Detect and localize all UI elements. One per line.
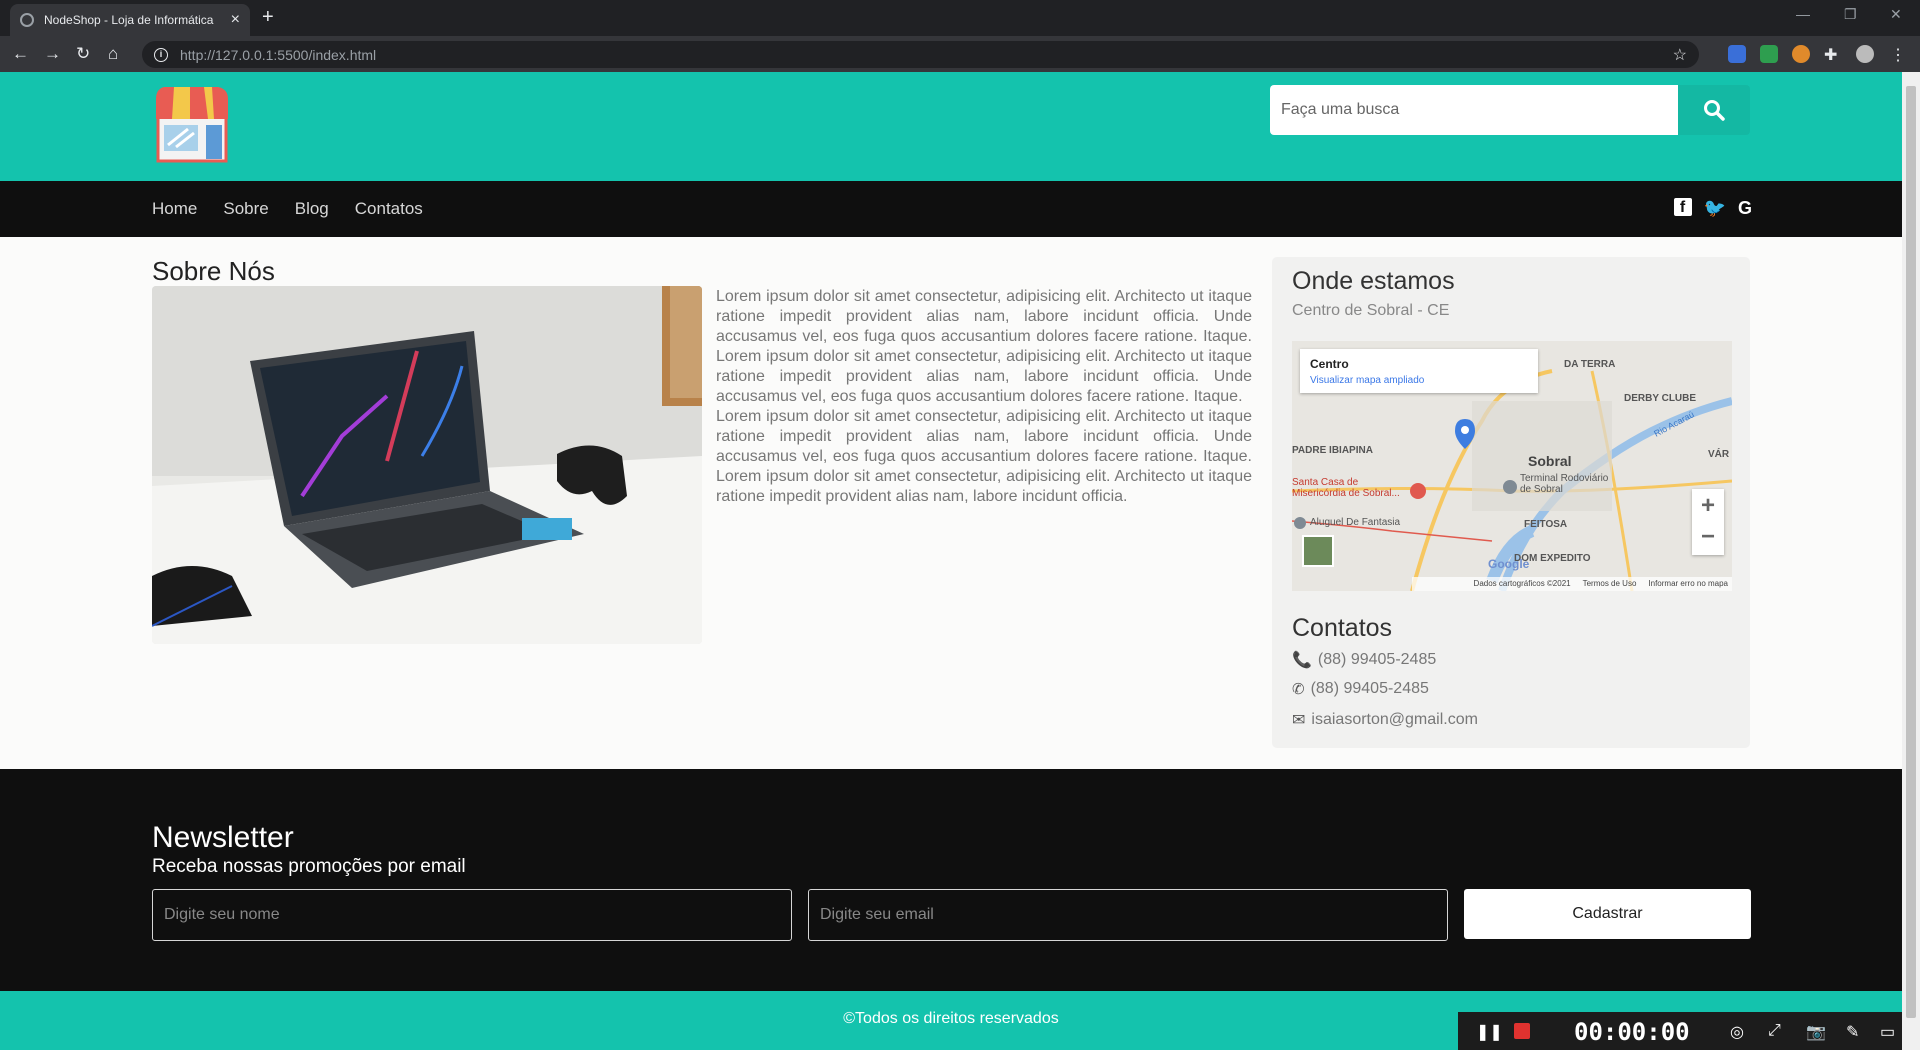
nav-home[interactable]: Home xyxy=(152,199,197,219)
social-links: f 🐦 G xyxy=(1673,198,1752,219)
back-icon[interactable]: ← xyxy=(12,44,29,64)
map-label: DA TERRA xyxy=(1564,359,1616,370)
whatsapp-icon: ✆ xyxy=(1292,681,1305,698)
map-place-name: Centro xyxy=(1310,357,1349,371)
home-icon[interactable]: ⌂ xyxy=(108,44,118,64)
location-contacts-panel: Onde estamos Centro de Sobral - CE Centr… xyxy=(1272,257,1750,748)
profile-avatar[interactable] xyxy=(1856,45,1874,63)
fullscreen-icon[interactable]: ⤢ xyxy=(1768,1022,1781,1040)
screen-recorder-toolbar: ❚❚ 00:00:00 ◎ ⤢ 📷 ✎ ▭ xyxy=(1458,1012,1902,1050)
search-box xyxy=(1270,85,1750,135)
translate-extension-icon[interactable] xyxy=(1728,45,1746,63)
contact-phone: 📞 (88) 99405-2485 xyxy=(1292,650,1436,670)
map-place-card: Centro Visualizar mapa ampliado xyxy=(1300,349,1538,393)
satellite-toggle[interactable] xyxy=(1302,535,1334,567)
store-logo[interactable] xyxy=(152,85,232,165)
map-label: Sobral xyxy=(1528,453,1572,469)
envelope-icon: ✉ xyxy=(1292,712,1306,729)
pause-icon[interactable]: ❚❚ xyxy=(1476,1022,1503,1042)
close-tab-icon[interactable]: × xyxy=(231,11,240,29)
facebook-icon[interactable]: f xyxy=(1673,198,1692,216)
contact-email: ✉ isaiasorton@gmail.com xyxy=(1292,710,1478,730)
google-logo: Google xyxy=(1488,557,1530,571)
camera-icon[interactable]: 📷 xyxy=(1806,1022,1826,1042)
puzzle-icon[interactable]: ✚ xyxy=(1824,45,1842,64)
newsletter-subtitle: Receba nossas promoções por email xyxy=(152,856,466,877)
contact-whatsapp: ✆ (88) 99405-2485 xyxy=(1292,680,1429,698)
info-icon[interactable]: i xyxy=(154,47,168,62)
url-field[interactable]: i http://127.0.0.1:5500/index.html ☆ xyxy=(142,41,1699,68)
email-address: isaiasorton@gmail.com xyxy=(1311,711,1478,728)
google-icon[interactable]: G xyxy=(1738,198,1752,219)
main-navbar: Home Sobre Blog Contatos f 🐦 G xyxy=(0,181,1902,237)
map-terms-link[interactable]: Termos de Uso xyxy=(1583,579,1637,589)
map-label: Aluguel De Fantasia xyxy=(1310,517,1401,528)
address-bar-row: ← → ↻ ⌂ i http://127.0.0.1:5500/index.ht… xyxy=(0,36,1920,72)
enlarge-map-link[interactable]: Visualizar mapa ampliado xyxy=(1310,375,1528,386)
extension-icon[interactable] xyxy=(1792,45,1810,63)
map-label: FEITOSA xyxy=(1524,519,1568,530)
twitter-icon[interactable]: 🐦 xyxy=(1704,198,1726,219)
map-label: PADRE IBIAPINA xyxy=(1292,445,1373,456)
map-report-link[interactable]: Informar erro no mapa xyxy=(1648,579,1728,589)
browser-tab-bar: NodeShop - Loja de Informática × + — ❐ ✕ xyxy=(0,0,1920,36)
embedded-map[interactable]: Centro Visualizar mapa ampliado DA TERRA… xyxy=(1292,341,1732,591)
nav-contatos[interactable]: Contatos xyxy=(355,199,423,219)
menu-kebab-icon[interactable]: ⋮ xyxy=(1890,45,1908,64)
phone-icon: 📞 xyxy=(1292,652,1312,669)
close-window-icon[interactable]: ✕ xyxy=(1890,6,1902,23)
zoom-in-button[interactable]: + xyxy=(1692,489,1724,522)
scrollbar-thumb[interactable] xyxy=(1906,86,1916,1018)
newsletter-email-input[interactable] xyxy=(808,889,1448,941)
about-text: Lorem ipsum dolor sit amet consectetur, … xyxy=(716,287,1252,507)
window-icon[interactable]: ▭ xyxy=(1880,1022,1895,1042)
newsletter-name-input[interactable] xyxy=(152,889,792,941)
bookmark-star-icon[interactable]: ☆ xyxy=(1673,45,1687,65)
newsletter-title: Newsletter xyxy=(152,821,294,854)
zoom-out-button[interactable]: − xyxy=(1692,522,1724,555)
map-attribution: Dados cartográficos ©2021 xyxy=(1473,579,1571,588)
url-text: http://127.0.0.1:5500/index.html xyxy=(180,46,377,63)
location-subtitle: Centro de Sobral - CE xyxy=(1292,302,1450,319)
map-label: DERBY CLUBE xyxy=(1624,393,1697,404)
nav-links: Home Sobre Blog Contatos xyxy=(152,199,423,219)
shield-extension-icon[interactable] xyxy=(1760,45,1778,63)
about-title: Sobre Nós xyxy=(152,256,275,286)
page-scrollbar[interactable] xyxy=(1902,72,1920,1050)
pen-icon[interactable]: ✎ xyxy=(1846,1022,1859,1042)
newsletter-section: Newsletter Receba nossas promoções por e… xyxy=(0,769,1902,991)
subscribe-button[interactable]: Cadastrar xyxy=(1464,889,1751,939)
restore-icon[interactable]: ❐ xyxy=(1844,6,1857,23)
forward-icon[interactable]: → xyxy=(44,44,61,64)
whatsapp-number: (88) 99405-2485 xyxy=(1310,680,1429,697)
location-title: Onde estamos xyxy=(1292,267,1455,295)
map-attribution-bar: Dados cartográficos ©2021 Termos de Uso … xyxy=(1412,577,1732,591)
site-header xyxy=(0,72,1902,181)
reload-icon[interactable]: ↻ xyxy=(76,44,90,64)
globe-icon xyxy=(20,13,34,27)
nav-sobre[interactable]: Sobre xyxy=(223,199,268,219)
map-label: VÁR xyxy=(1708,449,1730,460)
recording-timer: 00:00:00 xyxy=(1574,1018,1690,1046)
map-label: Terminal Rodoviário de Sobral xyxy=(1520,473,1609,495)
browser-tab[interactable]: NodeShop - Loja de Informática × xyxy=(10,4,250,36)
minimize-icon[interactable]: — xyxy=(1796,6,1810,22)
stop-record-icon[interactable] xyxy=(1514,1023,1530,1039)
about-paragraph: Lorem ipsum dolor sit amet consectetur, … xyxy=(716,408,1252,505)
map-zoom-control: + − xyxy=(1692,489,1724,555)
laptop-photo xyxy=(152,286,702,644)
search-button[interactable] xyxy=(1678,85,1750,135)
about-paragraph: Lorem ipsum dolor sit amet consectetur, … xyxy=(716,288,1252,405)
search-icon xyxy=(1704,100,1725,121)
tab-title: NodeShop - Loja de Informática xyxy=(44,13,214,27)
nav-blog[interactable]: Blog xyxy=(295,199,329,219)
map-label: Santa Casa de Misericórdia de Sobral... xyxy=(1292,477,1400,499)
new-tab-icon[interactable]: + xyxy=(262,6,274,29)
contacts-title: Contatos xyxy=(1292,614,1393,642)
search-input[interactable] xyxy=(1270,85,1678,135)
phone-number: (88) 99405-2485 xyxy=(1317,651,1437,668)
screenshot-region-icon[interactable]: ◎ xyxy=(1730,1022,1744,1042)
